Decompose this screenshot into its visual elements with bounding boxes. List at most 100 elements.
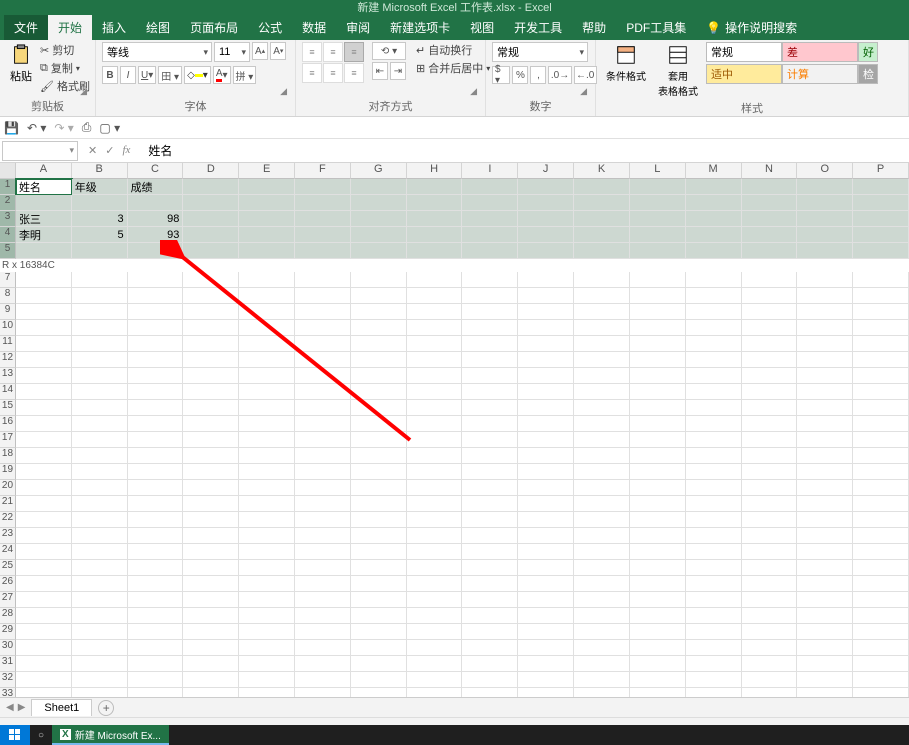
cell-N26[interactable] xyxy=(742,576,798,592)
cell-N25[interactable] xyxy=(742,560,798,576)
cell-J7[interactable] xyxy=(518,272,574,288)
row-header-12[interactable]: 12 xyxy=(0,352,16,368)
print-preview-icon[interactable]: ⎙ xyxy=(82,120,92,135)
cell-A26[interactable] xyxy=(16,576,72,592)
cell-E1[interactable] xyxy=(239,179,295,195)
cell-L8[interactable] xyxy=(630,288,686,304)
cell-O25[interactable] xyxy=(797,560,853,576)
row-header-13[interactable]: 13 xyxy=(0,368,16,384)
column-header-A[interactable]: A xyxy=(16,163,72,179)
cell-I2[interactable] xyxy=(462,195,518,211)
row-header-18[interactable]: 18 xyxy=(0,448,16,464)
cell-L18[interactable] xyxy=(630,448,686,464)
cell-C3[interactable]: 98 xyxy=(128,211,184,227)
cell-J19[interactable] xyxy=(518,464,574,480)
cell-F14[interactable] xyxy=(295,384,351,400)
cell-I18[interactable] xyxy=(462,448,518,464)
cell-O1[interactable] xyxy=(797,179,853,195)
cell-J23[interactable] xyxy=(518,528,574,544)
cell-F21[interactable] xyxy=(295,496,351,512)
cell-P21[interactable] xyxy=(853,496,909,512)
dialog-launcher-icon[interactable]: ◢ xyxy=(470,86,477,97)
cell-O29[interactable] xyxy=(797,624,853,640)
cell-D29[interactable] xyxy=(183,624,239,640)
cell-A25[interactable] xyxy=(16,560,72,576)
cell-J29[interactable] xyxy=(518,624,574,640)
cell-O17[interactable] xyxy=(797,432,853,448)
cell-K12[interactable] xyxy=(574,352,630,368)
cell-C20[interactable] xyxy=(128,480,184,496)
cell-M4[interactable] xyxy=(686,227,742,243)
column-header-G[interactable]: G xyxy=(351,163,407,179)
cell-J18[interactable] xyxy=(518,448,574,464)
cell-N18[interactable] xyxy=(742,448,798,464)
cell-J5[interactable] xyxy=(518,243,574,259)
cell-M1[interactable] xyxy=(686,179,742,195)
row-header-20[interactable]: 20 xyxy=(0,480,16,496)
cell-C5[interactable] xyxy=(128,243,184,259)
cell-D5[interactable] xyxy=(183,243,239,259)
cell-A11[interactable] xyxy=(16,336,72,352)
cell-K20[interactable] xyxy=(574,480,630,496)
cell-H18[interactable] xyxy=(407,448,463,464)
cell-N11[interactable] xyxy=(742,336,798,352)
cell-E23[interactable] xyxy=(239,528,295,544)
cell-O15[interactable] xyxy=(797,400,853,416)
row-header-24[interactable]: 24 xyxy=(0,544,16,560)
cell-B5[interactable] xyxy=(72,243,128,259)
cell-H1[interactable] xyxy=(407,179,463,195)
start-button[interactable] xyxy=(0,725,30,745)
cell-I1[interactable] xyxy=(462,179,518,195)
cell-K16[interactable] xyxy=(574,416,630,432)
cell-B31[interactable] xyxy=(72,656,128,672)
alignment-grid[interactable]: ≡ ≡ ≡ ≡ ≡ ≡ xyxy=(302,42,364,83)
cell-P25[interactable] xyxy=(853,560,909,576)
cell-D20[interactable] xyxy=(183,480,239,496)
cell-D12[interactable] xyxy=(183,352,239,368)
cell-B25[interactable] xyxy=(72,560,128,576)
cell-I26[interactable] xyxy=(462,576,518,592)
cell-H5[interactable] xyxy=(407,243,463,259)
cell-O7[interactable] xyxy=(797,272,853,288)
cell-O31[interactable] xyxy=(797,656,853,672)
column-header-J[interactable]: J xyxy=(518,163,574,179)
cell-I16[interactable] xyxy=(462,416,518,432)
cell-G19[interactable] xyxy=(351,464,407,480)
cell-F4[interactable] xyxy=(295,227,351,243)
cell-N9[interactable] xyxy=(742,304,798,320)
cell-L2[interactable] xyxy=(630,195,686,211)
cell-C4[interactable]: 93 xyxy=(128,227,184,243)
cell-M31[interactable] xyxy=(686,656,742,672)
cell-D10[interactable] xyxy=(183,320,239,336)
cell-J8[interactable] xyxy=(518,288,574,304)
font-name-select[interactable]: 等线 xyxy=(102,42,212,62)
cell-E3[interactable] xyxy=(239,211,295,227)
cell-G2[interactable] xyxy=(351,195,407,211)
column-header-N[interactable]: N xyxy=(742,163,798,179)
cell-L23[interactable] xyxy=(630,528,686,544)
style-normal[interactable]: 常规 xyxy=(706,42,782,62)
cell-N28[interactable] xyxy=(742,608,798,624)
cell-A1[interactable]: 姓名 xyxy=(16,179,72,195)
style-neutral[interactable]: 适中 xyxy=(706,64,782,84)
column-header-L[interactable]: L xyxy=(630,163,686,179)
cell-N30[interactable] xyxy=(742,640,798,656)
cell-H29[interactable] xyxy=(407,624,463,640)
column-header-H[interactable]: H xyxy=(407,163,463,179)
cell-M3[interactable] xyxy=(686,211,742,227)
cell-B32[interactable] xyxy=(72,672,128,688)
cell-G5[interactable] xyxy=(351,243,407,259)
tab-draw[interactable]: 绘图 xyxy=(136,15,180,40)
cell-E5[interactable] xyxy=(239,243,295,259)
cell-P29[interactable] xyxy=(853,624,909,640)
cell-I30[interactable] xyxy=(462,640,518,656)
cell-L9[interactable] xyxy=(630,304,686,320)
cell-G27[interactable] xyxy=(351,592,407,608)
cell-B7[interactable] xyxy=(72,272,128,288)
cell-P9[interactable] xyxy=(853,304,909,320)
cell-O19[interactable] xyxy=(797,464,853,480)
cell-L31[interactable] xyxy=(630,656,686,672)
cell-H19[interactable] xyxy=(407,464,463,480)
cell-N5[interactable] xyxy=(742,243,798,259)
cell-D2[interactable] xyxy=(183,195,239,211)
